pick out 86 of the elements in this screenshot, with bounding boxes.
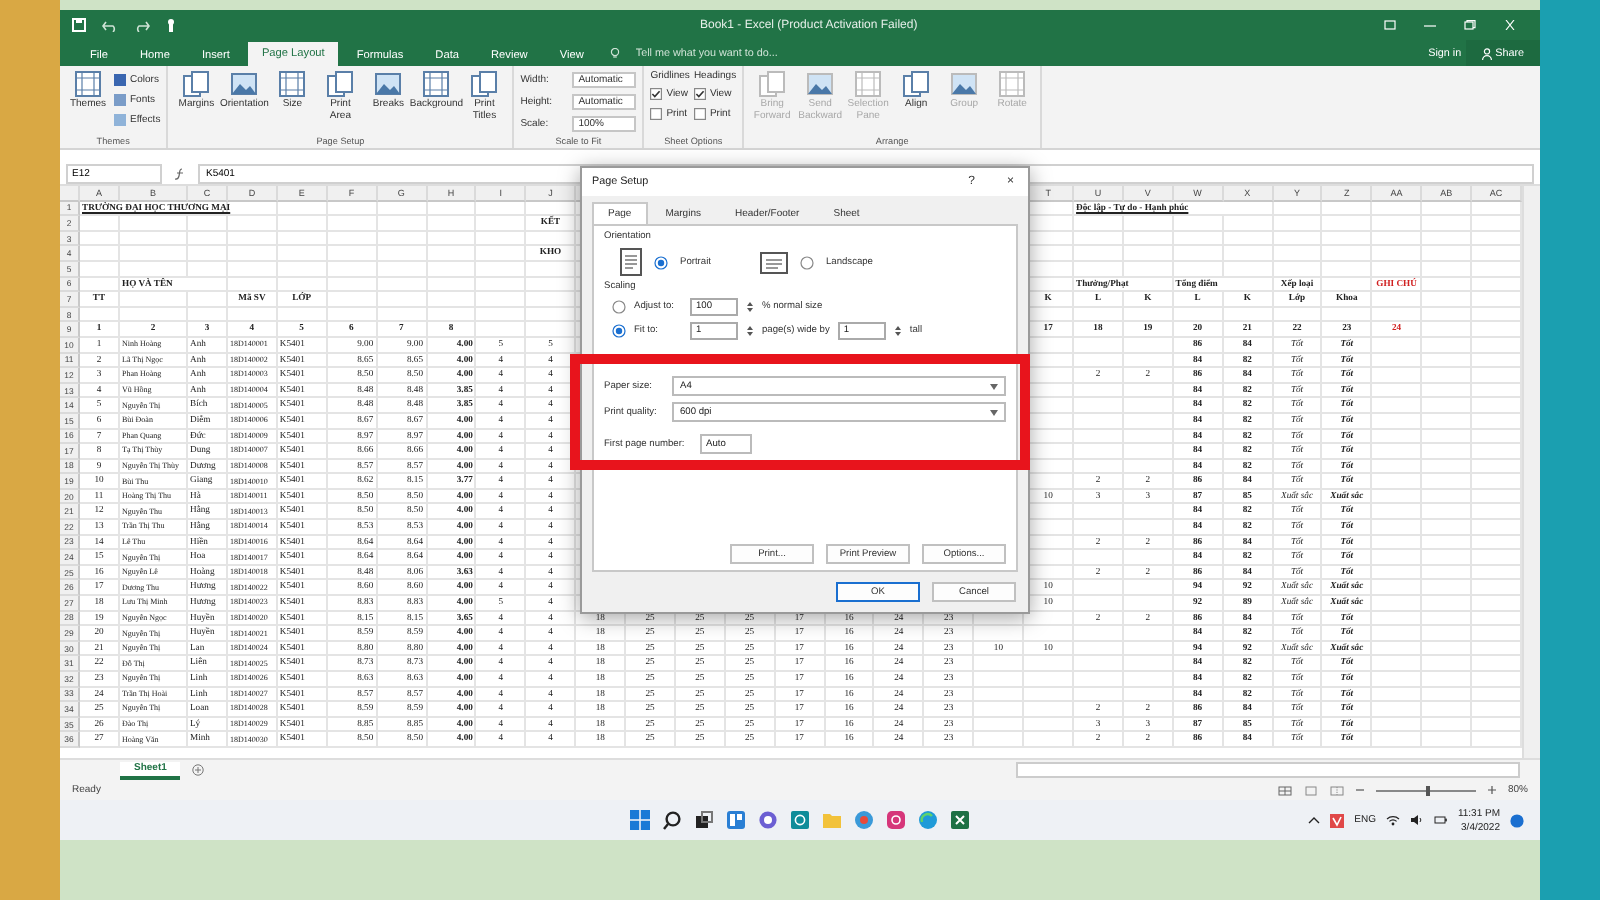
spinner-icon[interactable] xyxy=(746,324,754,338)
image-icon xyxy=(950,70,979,98)
battery-icon[interactable] xyxy=(1433,814,1448,826)
speaker-icon[interactable] xyxy=(1409,814,1424,826)
save-icon[interactable] xyxy=(72,18,86,32)
search-icon[interactable] xyxy=(662,810,682,830)
checkbox[interactable] xyxy=(650,107,663,119)
add-sheet-icon[interactable] xyxy=(192,764,205,776)
restore-icon[interactable] xyxy=(1464,20,1476,30)
table-cell xyxy=(1422,580,1473,597)
zoom-in-icon[interactable] xyxy=(1487,786,1496,794)
table-cell xyxy=(1372,504,1423,521)
checkbox[interactable] xyxy=(693,107,706,119)
table-cell xyxy=(1074,580,1124,597)
swatch-icon xyxy=(114,113,126,125)
image-icon xyxy=(806,70,835,98)
browser-icon[interactable] xyxy=(854,810,874,830)
horizontal-scrollbar[interactable] xyxy=(1016,762,1520,778)
table-cell xyxy=(120,261,188,278)
table-cell xyxy=(1123,580,1174,597)
table-cell xyxy=(277,261,328,278)
table-cell xyxy=(1372,261,1423,278)
normal-view-icon[interactable] xyxy=(1277,785,1292,795)
checkbox[interactable] xyxy=(693,87,706,99)
notification-icon[interactable] xyxy=(1510,813,1524,827)
radio-button[interactable] xyxy=(800,255,814,269)
table-cell xyxy=(1372,580,1423,597)
chat-icon[interactable] xyxy=(758,810,778,830)
table-cell xyxy=(476,261,527,278)
table-cell xyxy=(1372,337,1423,354)
table-cell xyxy=(1123,261,1174,278)
table-cell xyxy=(1123,337,1174,354)
windows-start-icon[interactable] xyxy=(630,810,650,830)
table-cell xyxy=(1074,261,1124,278)
table-cell xyxy=(1422,261,1473,278)
function-icon xyxy=(174,168,186,180)
table-cell xyxy=(327,261,378,278)
table-cell xyxy=(1074,504,1124,521)
table-cell xyxy=(1223,261,1274,278)
spinner-icon[interactable] xyxy=(746,300,754,314)
close-icon[interactable] xyxy=(1504,20,1516,30)
zoom-out-icon[interactable] xyxy=(1355,786,1364,794)
caret-icon xyxy=(990,383,998,389)
widgets-icon[interactable] xyxy=(726,810,746,830)
chevron-up-icon[interactable] xyxy=(1308,816,1321,824)
vertical-scrollbar[interactable] xyxy=(1522,186,1540,758)
table-cell xyxy=(80,261,120,278)
image-icon xyxy=(230,70,259,98)
table-cell xyxy=(377,261,428,278)
camera-app-icon[interactable] xyxy=(886,810,906,830)
table-cell xyxy=(1273,261,1323,278)
wifi-icon[interactable] xyxy=(1385,814,1400,826)
table-cell xyxy=(1074,337,1124,354)
caret-icon xyxy=(990,409,998,415)
table-cell xyxy=(427,261,477,278)
minimize-icon[interactable] xyxy=(1424,20,1436,30)
undo-icon[interactable] xyxy=(102,19,118,31)
page-layout-icon[interactable] xyxy=(1303,785,1318,795)
table-cell xyxy=(1123,504,1174,521)
redo-icon[interactable] xyxy=(134,19,150,31)
radio-button[interactable] xyxy=(612,324,626,338)
table-cell xyxy=(1422,337,1473,354)
table-cell xyxy=(1173,261,1224,278)
table-cell xyxy=(1422,504,1473,521)
tray-app-icon[interactable] xyxy=(1330,813,1345,827)
image-icon xyxy=(374,70,403,98)
table-cell xyxy=(1322,261,1373,278)
spinner-icon[interactable] xyxy=(893,324,902,338)
lightbulb-icon xyxy=(609,47,620,59)
zoom-slider-thumb[interactable] xyxy=(1425,785,1430,795)
checkbox[interactable] xyxy=(650,87,663,99)
task-view-icon[interactable] xyxy=(694,810,714,830)
page-break-icon[interactable] xyxy=(1329,785,1344,795)
radio-button[interactable] xyxy=(612,300,626,314)
table-cell xyxy=(228,261,278,278)
ribbon-display-icon[interactable] xyxy=(1384,20,1396,30)
table-cell xyxy=(526,261,577,278)
spreadsheet-app-icon[interactable] xyxy=(950,810,970,830)
table-cell xyxy=(188,261,228,278)
swatch-icon xyxy=(114,73,126,85)
swatch-icon xyxy=(114,93,126,105)
app-icon[interactable] xyxy=(790,810,810,830)
radio-button[interactable] xyxy=(654,255,668,269)
person-icon xyxy=(1481,47,1492,59)
landscape-page-icon xyxy=(760,251,788,273)
portrait-page-icon xyxy=(620,248,642,276)
